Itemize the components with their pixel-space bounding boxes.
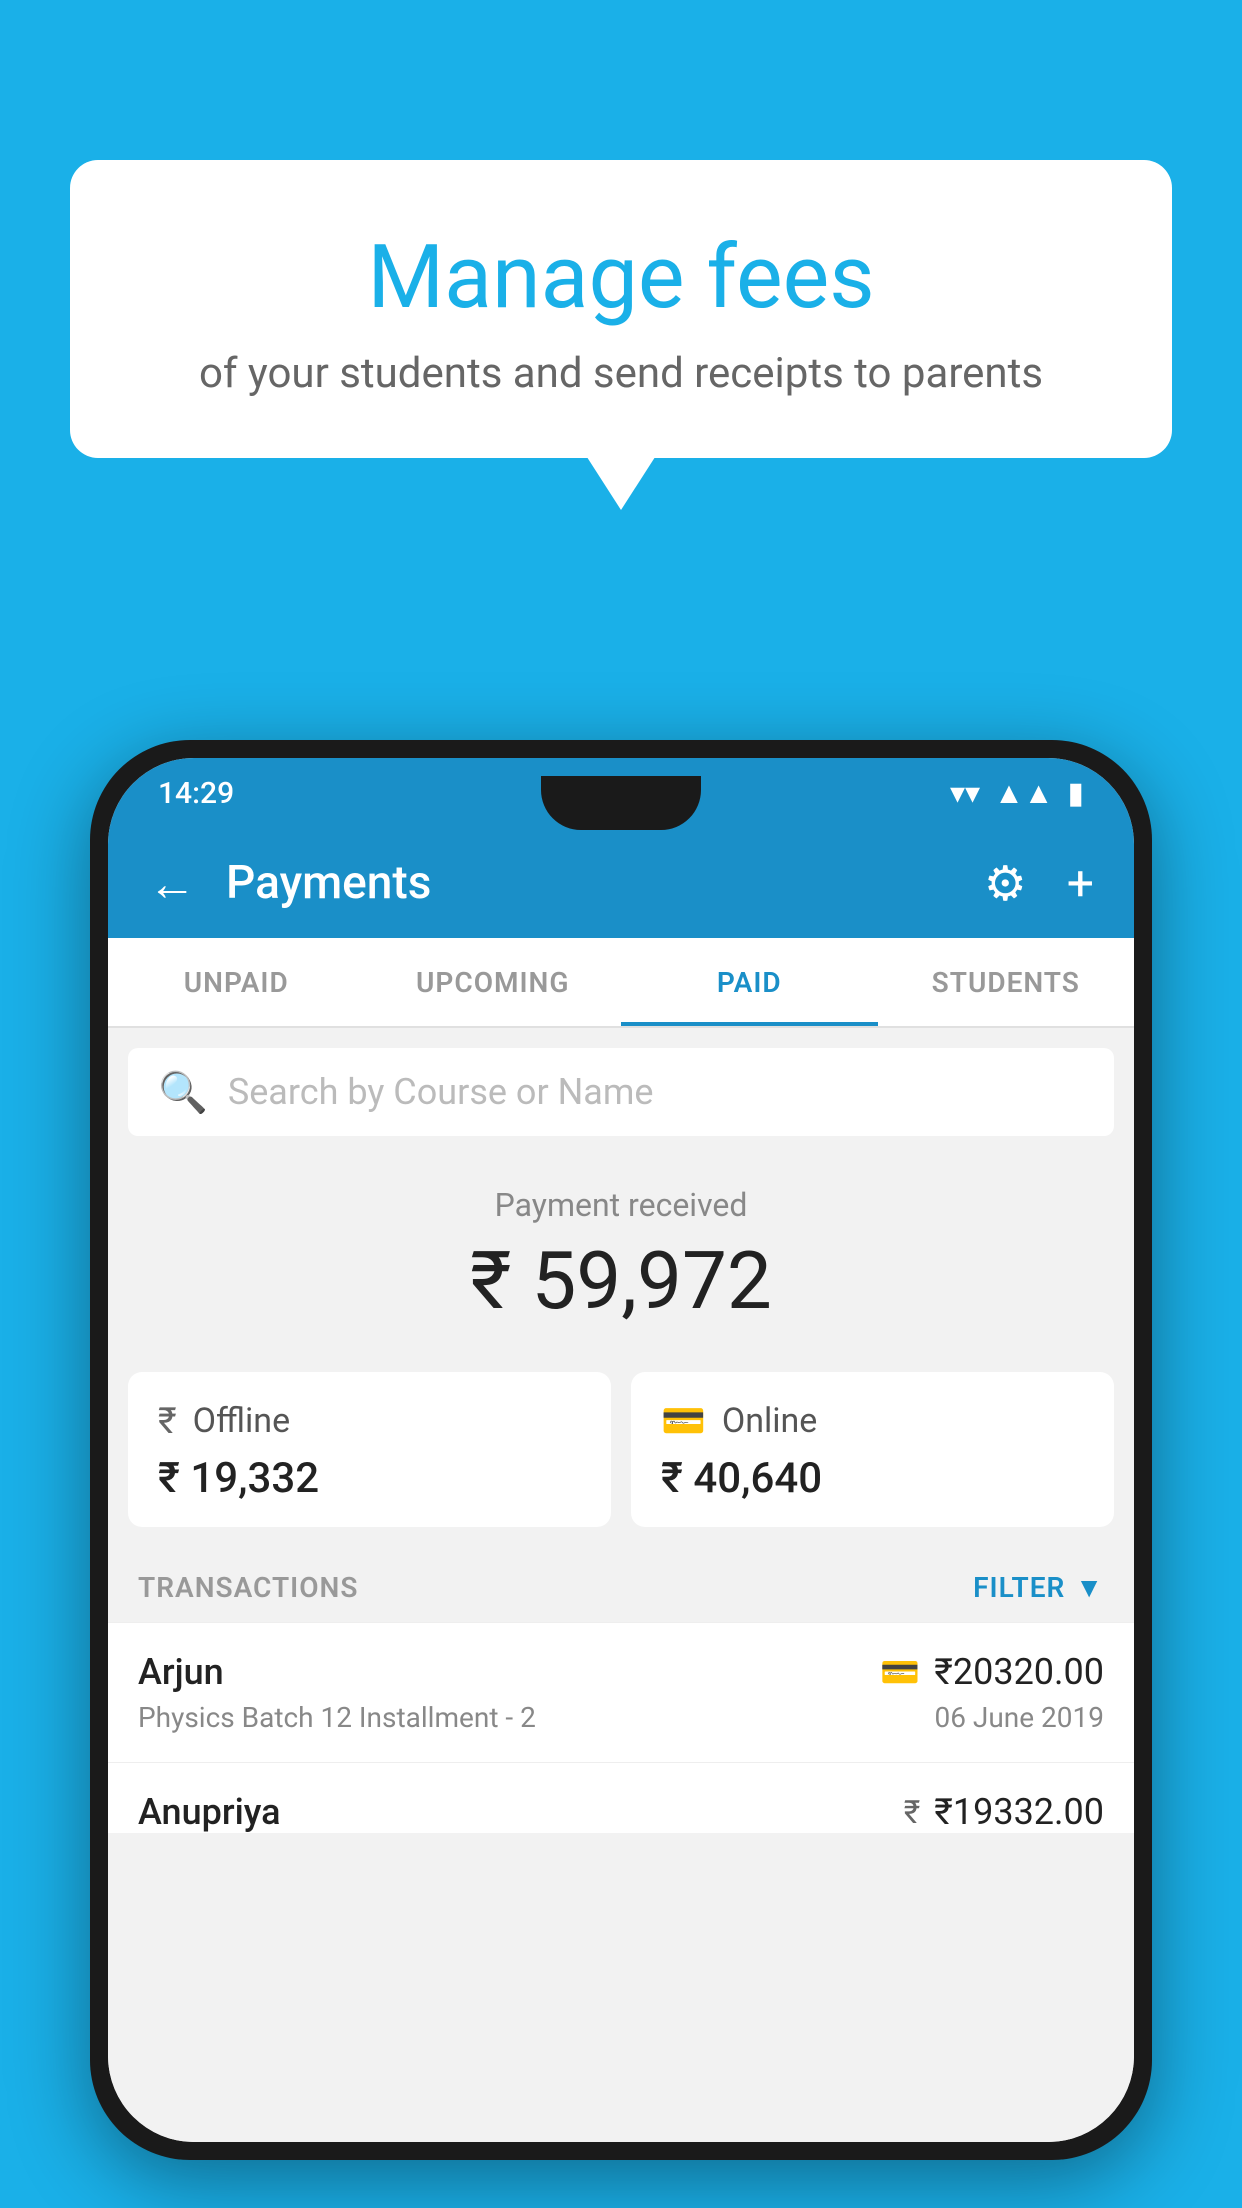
content-area: 🔍 Search by Course or Name Payment recei…	[108, 1028, 1134, 2142]
tab-unpaid[interactable]: UNPAID	[108, 938, 365, 1026]
bubble-title: Manage fees	[130, 230, 1112, 327]
transaction-method-icon-arjun: 💳	[880, 1653, 920, 1691]
settings-icon[interactable]: ⚙	[984, 855, 1027, 912]
search-placeholder: Search by Course or Name	[228, 1071, 654, 1113]
transaction-course-arjun: Physics Batch 12 Installment - 2	[138, 1701, 536, 1734]
phone-screen: 14:29 ▾▾ ▲▲ ▮ ← Payments ⚙ + UNPAID UPCO…	[108, 758, 1134, 2142]
online-icon: 💳	[661, 1400, 706, 1442]
offline-icon: ₹	[158, 1400, 177, 1442]
signal-icon: ▲▲	[994, 776, 1053, 811]
back-button[interactable]: ←	[148, 855, 196, 912]
bubble-subtitle: of your students and send receipts to pa…	[130, 349, 1112, 398]
online-label: Online	[722, 1401, 818, 1441]
transaction-amount-wrap-arjun: 💳 ₹20320.00	[880, 1651, 1104, 1693]
transaction-amount-wrap-anupriya: ₹ ₹19332.00	[904, 1791, 1104, 1833]
phone-device: 14:29 ▾▾ ▲▲ ▮ ← Payments ⚙ + UNPAID UPCO…	[90, 740, 1152, 2160]
transaction-top-arjun: Arjun 💳 ₹20320.00	[138, 1651, 1104, 1693]
offline-card-header: ₹ Offline	[158, 1400, 581, 1442]
filter-icon: ▼	[1075, 1571, 1104, 1604]
transaction-name-arjun: Arjun	[138, 1651, 224, 1693]
transaction-row-arjun[interactable]: Arjun 💳 ₹20320.00 Physics Batch 12 Insta…	[108, 1622, 1134, 1762]
tab-students[interactable]: STUDENTS	[878, 938, 1135, 1026]
search-bar[interactable]: 🔍 Search by Course or Name	[128, 1048, 1114, 1136]
filter-text: FILTER	[973, 1571, 1065, 1604]
add-icon[interactable]: +	[1067, 855, 1094, 912]
status-time: 14:29	[158, 776, 234, 811]
transaction-date-arjun: 06 June 2019	[934, 1701, 1104, 1734]
battery-icon: ▮	[1067, 776, 1084, 811]
toolbar-title: Payments	[226, 856, 984, 910]
transaction-top-anupriya: Anupriya ₹ ₹19332.00	[138, 1791, 1104, 1833]
speech-bubble: Manage fees of your students and send re…	[70, 160, 1172, 458]
offline-label: Offline	[193, 1401, 290, 1441]
payment-received-section: Payment received ₹ 59,972	[108, 1156, 1134, 1372]
payment-cards: ₹ Offline ₹ 19,332 💳 Online ₹ 40,640	[108, 1372, 1134, 1551]
transactions-label: TRANSACTIONS	[138, 1571, 358, 1604]
transaction-amount-arjun: ₹20320.00	[934, 1651, 1104, 1693]
speech-bubble-container: Manage fees of your students and send re…	[70, 160, 1172, 458]
offline-amount: ₹ 19,332	[158, 1454, 581, 1503]
payment-received-label: Payment received	[138, 1186, 1104, 1224]
transaction-bottom-arjun: Physics Batch 12 Installment - 2 06 June…	[138, 1701, 1104, 1734]
toolbar-actions: ⚙ +	[984, 855, 1094, 912]
phone-notch	[541, 776, 701, 830]
tab-upcoming[interactable]: UPCOMING	[365, 938, 622, 1026]
payment-received-amount: ₹ 59,972	[138, 1234, 1104, 1328]
filter-button[interactable]: FILTER ▼	[973, 1571, 1104, 1604]
transaction-method-icon-anupriya: ₹	[904, 1793, 921, 1831]
transaction-amount-anupriya: ₹19332.00	[934, 1791, 1104, 1833]
wifi-icon: ▾▾	[950, 776, 980, 811]
status-icons: ▾▾ ▲▲ ▮	[950, 776, 1084, 811]
tab-paid[interactable]: PAID	[621, 938, 878, 1026]
transaction-name-anupriya: Anupriya	[138, 1791, 281, 1833]
online-amount: ₹ 40,640	[661, 1454, 1084, 1503]
online-card-header: 💳 Online	[661, 1400, 1084, 1442]
transaction-row-anupriya[interactable]: Anupriya ₹ ₹19332.00	[108, 1762, 1134, 1833]
online-card: 💳 Online ₹ 40,640	[631, 1372, 1114, 1527]
toolbar: ← Payments ⚙ +	[108, 828, 1134, 938]
transactions-header: TRANSACTIONS FILTER ▼	[108, 1551, 1134, 1622]
tabs-bar: UNPAID UPCOMING PAID STUDENTS	[108, 938, 1134, 1028]
offline-card: ₹ Offline ₹ 19,332	[128, 1372, 611, 1527]
search-icon: 🔍	[158, 1069, 208, 1116]
